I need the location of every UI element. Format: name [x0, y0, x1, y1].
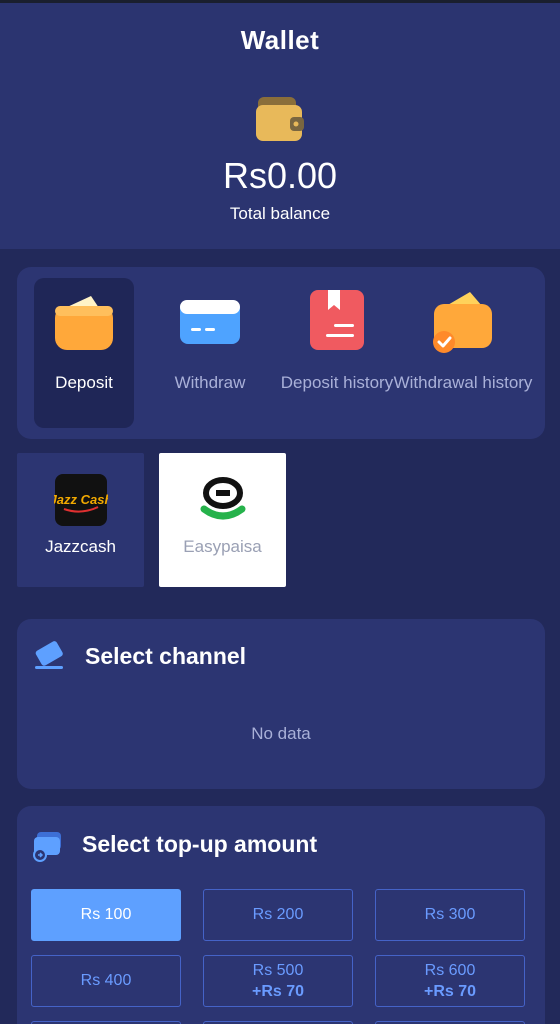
tab-label: Withdraw [174, 373, 246, 392]
svg-text:Jazz Cash: Jazz Cash [54, 492, 108, 507]
payment-method-easypaisa[interactable]: Easypaisa [159, 453, 286, 587]
page-title: Wallet [240, 25, 320, 55]
wallet-icon [55, 296, 113, 350]
wallet-check-icon [433, 292, 492, 353]
amount-option[interactable]: Rs 600 +Rs 70 [375, 955, 525, 1007]
amount-option[interactable]: Rs 400 [31, 955, 181, 1007]
tab-label: Withdrawal history [393, 373, 533, 392]
amount-value: Rs 100 [80, 906, 132, 923]
topup-title: Select top-up amount [82, 831, 318, 857]
receipt-icon [310, 290, 364, 350]
amount-value: Rs 200 [252, 906, 304, 923]
payment-method-label: Easypaisa [183, 537, 262, 556]
wallet-icon [256, 97, 304, 141]
amount-bonus: +Rs 70 [423, 983, 477, 1000]
wallet-tabs: Deposit Withdraw Deposit history Withdra… [17, 267, 545, 439]
tab-withdraw[interactable]: Withdraw [160, 278, 260, 428]
coin-wallet-icon [33, 832, 61, 862]
amount-bonus: +Rs 70 [251, 983, 305, 1000]
empty-state-text: No data [251, 724, 311, 743]
channel-title: Select channel [85, 643, 247, 669]
tab-withdrawal-history[interactable]: Withdrawal history [394, 278, 532, 428]
wallet-header: Wallet Rs0.00 Total balance [0, 3, 560, 249]
tab-deposit-history[interactable]: Deposit history [281, 278, 393, 428]
tab-label: Deposit history [280, 373, 394, 392]
tab-label: Deposit [55, 373, 113, 392]
payment-method-jazzcash[interactable]: Jazz Cash Jazzcash [17, 453, 144, 587]
amount-option[interactable]: Rs 500 +Rs 70 [203, 955, 353, 1007]
jazzcash-logo-icon: Jazz Cash [54, 474, 108, 526]
total-balance-label: Total balance [229, 204, 331, 223]
easypaisa-logo-icon [200, 477, 245, 520]
amount-value: Rs 500 [252, 962, 304, 979]
amount-value: Rs 300 [424, 906, 476, 923]
amount-option[interactable]: Rs 200 [203, 889, 353, 941]
select-topup-card: Select top-up amount Rs 100 Rs 200 Rs 30… [17, 806, 545, 1024]
total-balance-value: Rs0.00 [222, 155, 338, 196]
amount-value: Rs 400 [80, 972, 132, 989]
amount-option[interactable]: Rs 300 [375, 889, 525, 941]
card-edit-icon [35, 641, 63, 669]
select-channel-card: Select channel No data [17, 619, 545, 789]
card-icon [180, 300, 240, 344]
amount-option[interactable]: Rs 100 [31, 889, 181, 941]
tab-deposit[interactable]: Deposit [34, 278, 134, 428]
payment-method-label: Jazzcash [45, 537, 116, 556]
amount-value: Rs 600 [424, 962, 476, 979]
